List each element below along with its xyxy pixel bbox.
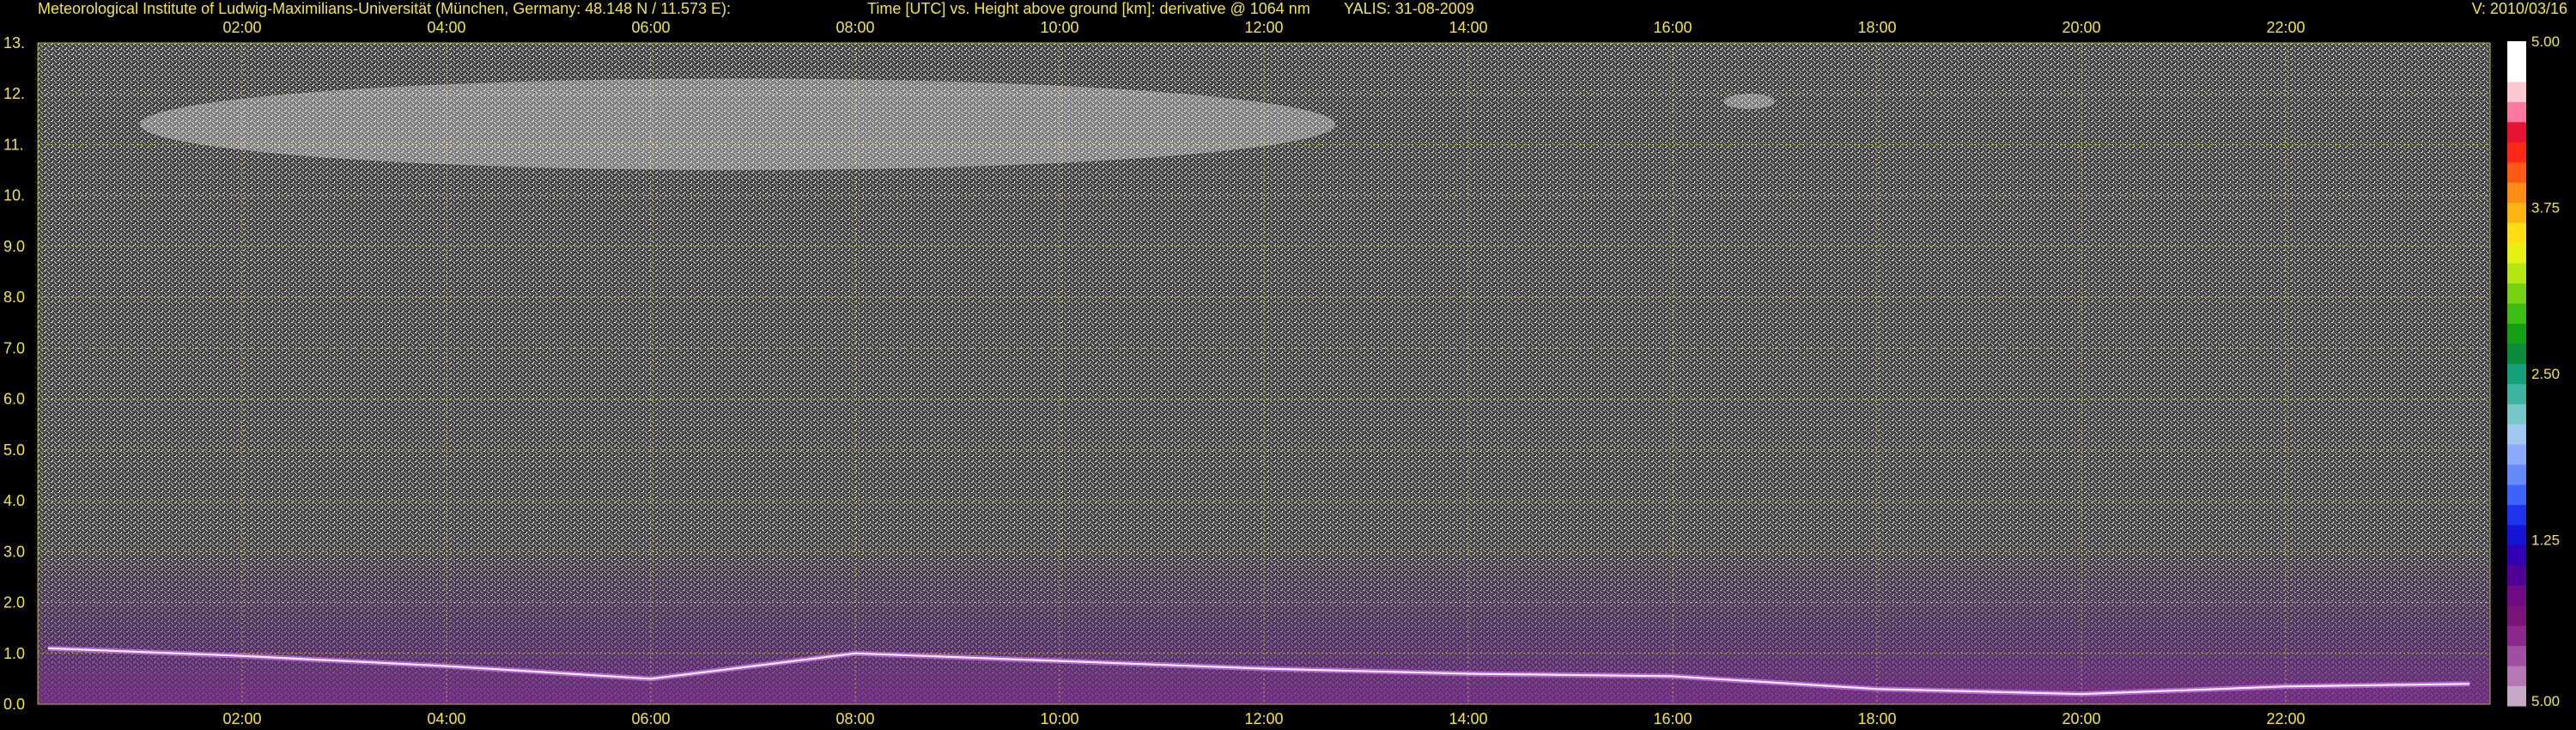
x-tick-label-bottom: 02:00 (222, 710, 261, 727)
colorbar-swatch (2507, 423, 2526, 445)
colorbar-tick-label: 3.75 (2531, 200, 2560, 216)
colorbar-swatch (2507, 101, 2526, 123)
x-tick-label-top: 20:00 (2062, 19, 2100, 36)
x-tick-label-top: 02:00 (222, 19, 261, 36)
y-tick-label: 0.0 (3, 696, 25, 713)
colorbar-tick-label: 1.25 (2531, 532, 2560, 549)
colorbar-swatch (2507, 263, 2526, 283)
colorbar-swatch (2507, 161, 2526, 183)
x-tick-label-top: 04:00 (427, 19, 465, 36)
x-tick-label-bottom: 12:00 (1244, 710, 1283, 727)
colorbar-swatch (2507, 685, 2526, 707)
colorbar-swatch (2507, 484, 2526, 505)
y-tick-label: 10. (3, 187, 25, 204)
x-tick-label-bottom: 18:00 (1857, 710, 1896, 727)
x-tick-label-top: 18:00 (1857, 19, 1896, 36)
colorbar-swatch (2507, 444, 2526, 465)
y-tick-label: 1.0 (3, 645, 25, 662)
colorbar-tick-label: 2.50 (2531, 366, 2560, 382)
y-tick-label: 6.0 (3, 391, 25, 408)
x-tick-label-bottom: 16:00 (1653, 710, 1692, 727)
x-tick-label-top: 12:00 (1244, 19, 1283, 36)
x-tick-label-bottom: 22:00 (2266, 710, 2305, 727)
colorbar-swatch (2507, 142, 2526, 163)
cloud-feature (1723, 94, 1775, 109)
colorbar-swatch (2507, 524, 2526, 545)
colorbar-swatch (2507, 383, 2526, 405)
x-tick-label-bottom: 10:00 (1040, 710, 1078, 727)
x-tick-label-bottom: 04:00 (427, 710, 465, 727)
x-tick-label-bottom: 20:00 (2062, 710, 2100, 727)
colorbar-swatch (2507, 666, 2526, 687)
colorbar-swatch (2507, 625, 2526, 647)
colorbar-tick-label: 5.00 (2531, 693, 2560, 709)
colorbar-swatch (2507, 343, 2526, 364)
x-tick-label-bottom: 06:00 (631, 710, 670, 727)
colorbar-swatch (2507, 544, 2526, 566)
x-tick-label-bottom: 14:00 (1449, 710, 1487, 727)
y-tick-label: 13. (3, 34, 25, 52)
y-tick-label: 11. (3, 136, 24, 153)
y-tick-label: 12. (3, 85, 25, 102)
colorbar-swatch (2507, 504, 2526, 526)
colorbar-swatch (2507, 564, 2526, 586)
colorbar-swatch (2507, 404, 2526, 425)
x-tick-label-bottom: 08:00 (835, 710, 874, 727)
colorbar-swatch (2507, 585, 2526, 606)
cloud-feature (140, 78, 1336, 171)
x-tick-label-top: 08:00 (835, 19, 874, 36)
colorbar-swatch (2507, 242, 2526, 264)
lidar-heatmap-chart: 02:00 02:00 04:00 04:00 06:00 06:00 08:00 08:00… (3, 19, 2560, 727)
x-tick-label-top: 10:00 (1040, 19, 1078, 36)
colorbar-swatch (2507, 182, 2526, 204)
y-tick-label: 5.0 (3, 441, 25, 459)
colorbar-swatch (2507, 283, 2526, 304)
y-tick-label: 4.0 (3, 492, 25, 509)
colorbar-swatch (2507, 81, 2526, 102)
colorbar-swatch (2507, 121, 2526, 143)
colorbar-swatch (2507, 41, 2526, 62)
x-tick-label-top: 22:00 (2266, 19, 2305, 36)
y-tick-label: 9.0 (3, 238, 25, 255)
colorbar-swatch (2507, 61, 2526, 82)
colorbar-swatch (2507, 464, 2526, 485)
colorbar-swatch (2507, 645, 2526, 666)
y-tick-label: 7.0 (3, 339, 25, 356)
colorbar-swatch (2507, 323, 2526, 344)
colorbar-layer: 5.00 1.25 2.50 3.75 5.00 (2507, 33, 2560, 709)
colorbar-swatch (2507, 222, 2526, 244)
colorbar-tick-label: 5.00 (2531, 33, 2560, 50)
y-tick-label: 3.0 (3, 543, 25, 560)
x-tick-label-top: 16:00 (1653, 19, 1692, 36)
colorbar-swatch (2507, 302, 2526, 324)
x-tick-label-top: 14:00 (1449, 19, 1487, 36)
y-tick-label: 2.0 (3, 594, 25, 611)
colorbar-swatch (2507, 605, 2526, 626)
colorbar-swatch (2507, 363, 2526, 385)
x-tick-label-top: 06:00 (631, 19, 670, 36)
y-tick-label: 8.0 (3, 289, 25, 306)
colorbar-swatch (2507, 202, 2526, 223)
